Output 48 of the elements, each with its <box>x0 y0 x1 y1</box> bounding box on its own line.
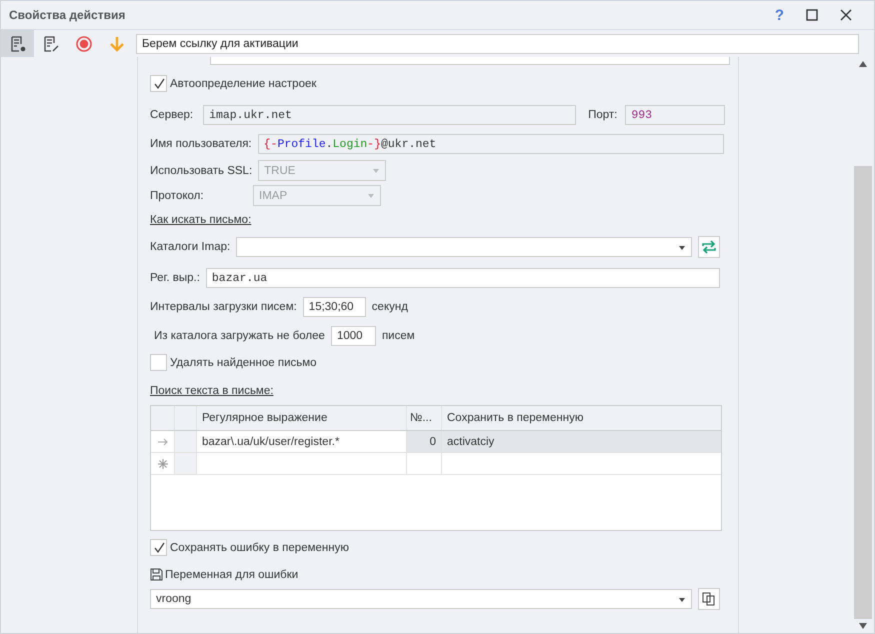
table-cell: activatciy <box>442 431 721 452</box>
table-row[interactable]: bazar\.ua/uk/user/register.* 0 activatciy <box>151 431 721 453</box>
field-label: Рег. выр.: <box>150 272 200 284</box>
checkbox[interactable] <box>150 75 167 92</box>
action-name-field[interactable]: Берем ссылку для активации <box>136 34 859 54</box>
section-heading: Как искать письмо: <box>150 214 252 226</box>
field-label: Из каталога загружать не более <box>154 330 325 342</box>
scroll-up-icon[interactable] <box>859 61 867 67</box>
checkbox-label: Автоопределение настроек <box>170 78 316 90</box>
section-heading: Поиск текста в письме: <box>150 385 274 397</box>
intervals-field[interactable]: 15;30;60 <box>302 297 366 317</box>
field-label: Каталоги Imap: <box>150 241 230 253</box>
regex-field[interactable]: bazar.ua <box>206 268 720 288</box>
window-title: Свойства действия <box>9 8 126 22</box>
checkbox-label: Удалять найденное письмо <box>170 356 317 368</box>
row-arrow-icon <box>158 438 168 446</box>
help-button[interactable]: ? <box>774 6 784 24</box>
checkbox[interactable] <box>150 539 167 556</box>
column-header[interactable]: №... <box>407 406 442 430</box>
save-icon <box>150 568 163 581</box>
scroll-down-icon[interactable] <box>859 623 867 629</box>
limit-field[interactable]: 1000 <box>330 326 376 346</box>
unit-label: писем <box>382 330 415 342</box>
unit-label: секунд <box>372 301 408 313</box>
username-field[interactable]: {-Profile.Login-}@ukr.net <box>258 134 724 154</box>
field-label: Переменная для ошибки <box>165 568 298 580</box>
refresh-icon[interactable] <box>698 236 720 258</box>
copy-icon[interactable] <box>698 588 720 610</box>
server-field[interactable]: imap.ukr.net <box>203 105 576 125</box>
maximize-icon[interactable] <box>806 9 818 21</box>
field-label: Интервалы загрузки писем: <box>150 301 297 313</box>
checkbox-label: Сохранять ошибку в переменную <box>170 542 349 554</box>
close-icon[interactable] <box>840 9 852 21</box>
field-label: Имя пользователя: <box>150 138 252 150</box>
settings-document-icon[interactable] <box>1 30 34 57</box>
port-field[interactable]: 993 <box>625 105 726 125</box>
input-field[interactable] <box>210 57 730 65</box>
scrollbar-thumb[interactable] <box>854 166 872 619</box>
error-variable-dropdown[interactable]: vroong <box>150 589 692 609</box>
column-header[interactable]: Регулярное выражение <box>197 406 407 430</box>
field-label: Порт: <box>588 109 618 121</box>
field-label: Протокол: <box>150 190 205 202</box>
table-cell: 0 <box>407 431 442 452</box>
column-header[interactable]: Сохранить в переменную <box>442 406 721 430</box>
field-label: Использовать SSL: <box>150 164 252 176</box>
checkbox[interactable] <box>150 354 167 371</box>
new-row-icon <box>158 458 168 468</box>
field-label: Сервер: <box>150 109 194 121</box>
